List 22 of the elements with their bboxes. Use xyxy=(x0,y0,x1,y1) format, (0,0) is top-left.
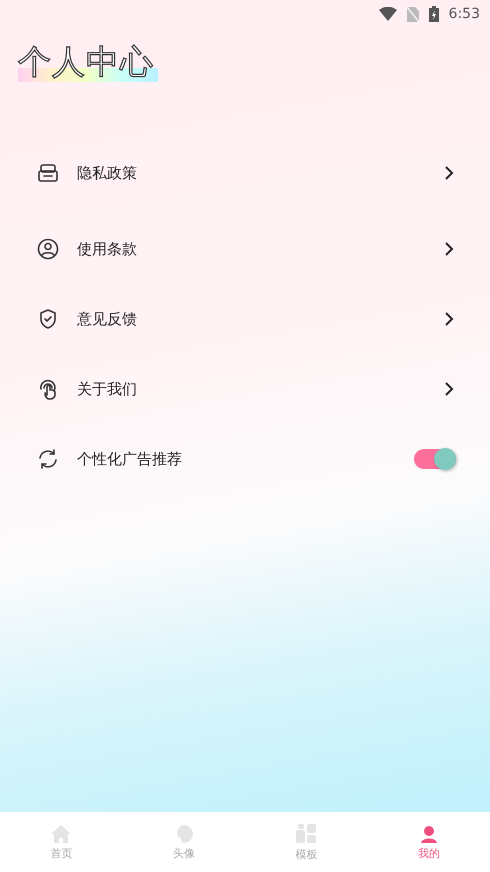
menu-item-label[interactable]: 隐私政策 xyxy=(77,164,426,182)
chevron-right-icon[interactable] xyxy=(444,381,454,397)
refresh-icon xyxy=(37,448,59,470)
menu-item-label[interactable]: 使用条款 xyxy=(77,240,426,258)
menu-item-label[interactable]: 个性化广告推荐 xyxy=(77,450,396,468)
chevron-right-icon[interactable] xyxy=(444,165,454,181)
wifi-icon xyxy=(378,7,397,21)
chevron-right-icon[interactable] xyxy=(444,311,454,327)
menu-item-label[interactable]: 关于我们 xyxy=(77,380,426,398)
user-icon xyxy=(37,238,59,260)
shield-icon xyxy=(37,308,59,330)
user-icon xyxy=(418,824,439,844)
toggle-switch[interactable] xyxy=(414,449,456,469)
menu-item-label[interactable]: 意见反馈 xyxy=(77,310,426,328)
tray-icon xyxy=(37,162,59,184)
no-sim-icon xyxy=(406,6,419,22)
grid-icon xyxy=(295,822,318,844)
chevron-right-icon[interactable] xyxy=(444,241,454,257)
home-icon xyxy=(50,824,72,844)
battery-icon xyxy=(428,6,439,22)
clock-time: 6:53 xyxy=(448,6,480,22)
hand-icon xyxy=(37,378,59,400)
